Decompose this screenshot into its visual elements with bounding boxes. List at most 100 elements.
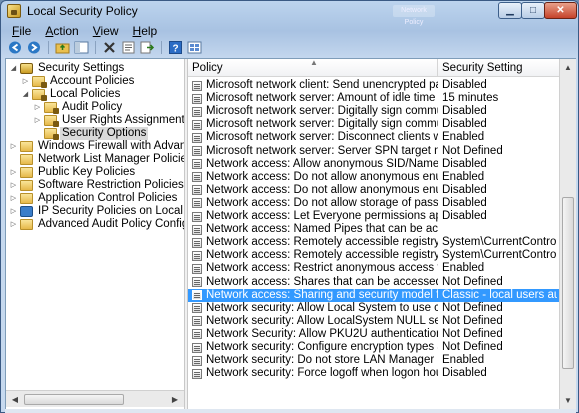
tree-item[interactable]: Security Options [33, 127, 149, 140]
policy-name: Microsoft network client: Send unencrypt… [206, 79, 438, 91]
policy-row[interactable]: Network security: Allow Local System to … [188, 302, 559, 315]
list-scroll-thumb[interactable] [562, 197, 574, 369]
policy-row[interactable]: Network access: Do not allow anonymous e… [188, 171, 559, 184]
export-list-button[interactable] [139, 40, 156, 55]
policy-name: Network security: Force logoff when logo… [206, 367, 438, 380]
expanded-icon[interactable]: ◢ [21, 88, 30, 101]
tree-item[interactable]: ◢ Local Policies [21, 88, 122, 101]
policy-row[interactable]: Network access: Named Pipes that can be … [188, 223, 559, 236]
security-setting-cell: Disabled [442, 367, 487, 380]
scroll-left-icon[interactable]: ◀ [8, 393, 22, 406]
policy-row[interactable]: Network access: Sharing and security mod… [188, 288, 559, 302]
policy-row[interactable]: Microsoft network server: Disconnect cli… [188, 131, 559, 144]
up-one-level-button[interactable] [54, 40, 71, 55]
collapsed-icon[interactable]: ▷ [9, 140, 18, 153]
help-button[interactable]: ? [167, 40, 184, 55]
title-bar[interactable]: Local Security Policy Network Policy ▁ □… [1, 1, 578, 26]
policy-row[interactable]: Network access: Do not allow storage of … [188, 197, 559, 210]
policy-row[interactable]: Network security: Configure encryption t… [188, 341, 559, 354]
tree-horizontal-scrollbar[interactable]: ◀ ▶ [6, 390, 184, 407]
maximize-button[interactable]: □ [521, 2, 545, 19]
policy-row[interactable]: Microsoft network server: Server SPN tar… [188, 145, 559, 158]
close-button[interactable]: ✕ [544, 2, 577, 19]
column-header-security-setting[interactable]: Security Setting [438, 59, 559, 77]
collapsed-icon[interactable]: ▷ [9, 218, 18, 231]
collapsed-icon[interactable]: ▷ [9, 192, 18, 205]
properties-button[interactable] [120, 40, 137, 55]
policy-row[interactable]: Network access: Remotely accessible regi… [188, 249, 559, 262]
properties-icon [122, 41, 135, 54]
scroll-down-icon[interactable]: ▼ [561, 393, 575, 408]
policy-name: Network access: Do not allow storage of … [206, 196, 438, 209]
collapsed-icon[interactable]: ▷ [33, 114, 42, 127]
tree-item[interactable]: ◢ Security Settings [9, 62, 126, 75]
policy-icon [192, 106, 202, 117]
policy-row[interactable]: Network security: Do not store LAN Manag… [188, 354, 559, 367]
collapsed-icon[interactable]: ▷ [9, 179, 18, 192]
menu-view[interactable]: View [86, 23, 126, 39]
sort-ascending-icon: ▲ [310, 59, 318, 67]
tree-item[interactable]: ▷ User Rights Assignment [33, 114, 184, 127]
collapsed-icon[interactable]: ▷ [21, 75, 30, 88]
forward-button[interactable] [26, 40, 43, 55]
policy-row[interactable]: Network access: Allow anonymous SID/Name… [188, 158, 559, 171]
policy-icon [192, 146, 202, 156]
show-hide-console-tree-button[interactable] [73, 40, 90, 55]
policy-row[interactable]: Network access: Do not allow anonymous e… [188, 184, 559, 197]
tree-item[interactable]: ▷ Account Policies [21, 75, 136, 88]
policy-name: Network access: Remotely accessible regi… [206, 236, 438, 249]
policy-row[interactable]: Microsoft network client: Send unencrypt… [188, 79, 559, 92]
tree-item[interactable]: Network List Manager Policies [9, 153, 184, 166]
security-settings-icon [20, 63, 33, 74]
svg-text:?: ? [173, 44, 179, 55]
tree-scroll-thumb[interactable] [24, 394, 124, 405]
policy-row[interactable]: Network Security: Allow PKU2U authentica… [188, 328, 559, 341]
policy-row[interactable]: Network access: Restrict anonymous acces… [188, 262, 559, 275]
policy-name: Network access: Allow anonymous SID/Name… [206, 157, 438, 170]
policy-row[interactable]: Network access: Remotely accessible regi… [188, 236, 559, 249]
menu-help[interactable]: Help [126, 23, 165, 39]
policy-row[interactable]: Network security: Force logoff when logo… [188, 367, 559, 380]
scroll-up-icon[interactable]: ▲ [561, 60, 575, 75]
scroll-right-icon[interactable]: ▶ [168, 393, 182, 406]
toolbar: ? [5, 39, 574, 56]
close-icon: ✕ [556, 5, 565, 16]
policy-cell: Network access: Let Everyone permissions… [192, 210, 438, 223]
policy-cell: Network security: Do not store LAN Manag… [192, 354, 438, 367]
tree-item[interactable]: ▷ Windows Firewall with Advanced Sec [9, 140, 184, 153]
back-button[interactable] [7, 40, 24, 55]
tree-item[interactable]: ▷ Advanced Audit Policy Configuration [9, 218, 184, 231]
folder-icon [32, 76, 47, 88]
menu-action[interactable]: Action [38, 23, 85, 39]
collapsed-icon[interactable]: ▷ [9, 166, 18, 179]
policy-row[interactable]: Network access: Let Everyone permissions… [188, 210, 559, 223]
list-vertical-scrollbar[interactable]: ▲ ▼ [559, 59, 576, 409]
policy-row[interactable]: Network security: Allow LocalSystem NULL… [188, 315, 559, 328]
security-setting-cell: Disabled [442, 105, 487, 118]
view-button[interactable] [186, 40, 203, 55]
policy-row[interactable]: Network access: Shares that can be acces… [188, 276, 559, 289]
console-tree: ◢ Security Settings ▷ Account Policies ◢ Loca… [6, 59, 184, 390]
toolbar-separator [161, 41, 162, 54]
policy-icon [192, 237, 202, 248]
tree-item[interactable]: ▷ Audit Policy [33, 101, 124, 114]
tree-item[interactable]: ▷ Public Key Policies [9, 166, 137, 179]
tree-item[interactable]: ▷ Software Restriction Policies [9, 179, 184, 192]
delete-button[interactable] [101, 40, 118, 55]
collapsed-icon[interactable]: ▷ [9, 205, 18, 218]
collapsed-icon[interactable]: ▷ [33, 101, 42, 114]
policy-name: Network access: Shares that can be acces… [206, 275, 438, 288]
tree-item[interactable]: ▷ Application Control Policies [9, 192, 179, 205]
policy-row[interactable]: Microsoft network server: Amount of idle… [188, 92, 559, 105]
column-header-policy[interactable]: Policy ▲ [188, 59, 438, 77]
minimize-button[interactable]: ▁ [498, 2, 522, 19]
policy-row[interactable]: Microsoft network server: Digitally sign… [188, 118, 559, 131]
policy-cell: Microsoft network server: Disconnect cli… [192, 131, 438, 144]
menu-file[interactable]: File [5, 23, 38, 39]
security-policy-icon [7, 4, 21, 18]
tree-item[interactable]: ▷ IP Security Policies on Local Compute [9, 205, 184, 218]
tree-item-label: Software Restriction Policies [38, 179, 184, 191]
folder-icon [32, 89, 47, 101]
expanded-icon[interactable]: ◢ [9, 62, 18, 75]
policy-row[interactable]: Microsoft network server: Digitally sign… [188, 105, 559, 118]
